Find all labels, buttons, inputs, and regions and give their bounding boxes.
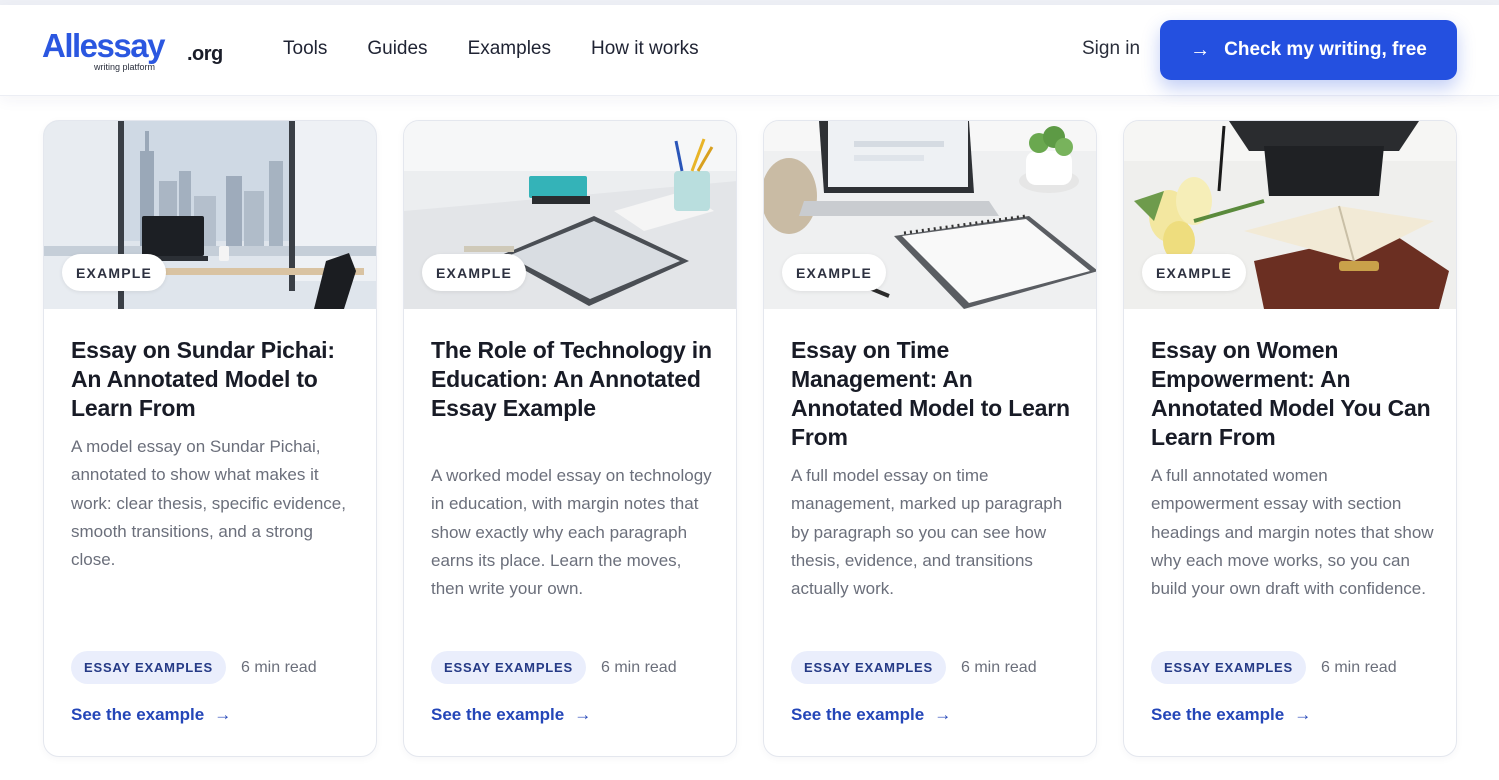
link-label: See the example bbox=[431, 705, 565, 724]
logo-wordmark: Allessay bbox=[42, 27, 165, 64]
arrow-right-icon: → bbox=[1294, 705, 1312, 724]
see-example-link[interactable]: See the example → bbox=[71, 705, 231, 725]
logo-tld: .org bbox=[187, 43, 223, 65]
article-title[interactable]: Essay on Sundar Pichai: An Annotated Mod… bbox=[71, 336, 356, 423]
site-logo[interactable]: Allessay .org writing platform bbox=[42, 27, 227, 77]
article-card[interactable]: EXAMPLE The Role of Technology in Educat… bbox=[403, 120, 737, 757]
category-tag[interactable]: ESSAY EXAMPLES bbox=[1151, 651, 1306, 684]
article-card[interactable]: EXAMPLE Essay on Women Empowerment: An A… bbox=[1123, 120, 1457, 757]
article-description: A full annotated women empowerment essay… bbox=[1151, 466, 1434, 599]
article-thumbnail-desk-tablet: EXAMPLE bbox=[404, 121, 736, 309]
sign-in-link[interactable]: Sign in bbox=[1082, 38, 1140, 60]
category-tag[interactable]: ESSAY EXAMPLES bbox=[71, 651, 226, 684]
article-card[interactable]: EXAMPLE Essay on Time Management: An Ann… bbox=[763, 120, 1097, 757]
article-card[interactable]: EXAMPLE Essay on Sundar Pichai: An Annot… bbox=[43, 120, 377, 757]
nav-how-it-works[interactable]: How it works bbox=[591, 38, 699, 60]
arrow-right-icon: → bbox=[934, 705, 952, 724]
link-label: See the example bbox=[71, 705, 205, 724]
read-time: 6 min read bbox=[961, 659, 1037, 676]
article-description: A worked model essay on technology in ed… bbox=[431, 466, 712, 599]
article-title[interactable]: Essay on Time Management: An Annotated M… bbox=[791, 336, 1076, 452]
example-badge: EXAMPLE bbox=[1142, 254, 1247, 291]
article-thumbnail-graduation-cap-book: EXAMPLE bbox=[1124, 121, 1456, 309]
example-badge: EXAMPLE bbox=[62, 254, 167, 291]
arrow-right-icon: → bbox=[574, 705, 592, 724]
see-example-link[interactable]: See the example → bbox=[431, 705, 591, 725]
logo-tagline: writing platform bbox=[94, 62, 156, 72]
article-title[interactable]: Essay on Women Empowerment: An Annotated… bbox=[1151, 336, 1436, 452]
link-label: See the example bbox=[791, 705, 925, 724]
nav-examples[interactable]: Examples bbox=[468, 38, 551, 60]
category-tag[interactable]: ESSAY EXAMPLES bbox=[431, 651, 586, 684]
read-time: 6 min read bbox=[1321, 659, 1397, 676]
see-example-link[interactable]: See the example → bbox=[791, 705, 951, 725]
cta-label: Check my writing, free bbox=[1224, 39, 1427, 60]
article-title[interactable]: The Role of Technology in Education: An … bbox=[431, 336, 716, 423]
article-thumbnail-laptop-notebook: EXAMPLE bbox=[764, 121, 1096, 309]
link-label: See the example bbox=[1151, 705, 1285, 724]
main-nav: Tools Guides Examples How it works bbox=[283, 38, 739, 60]
category-tag[interactable]: ESSAY EXAMPLES bbox=[791, 651, 946, 684]
site-header: Allessay .org writing platform Tools Gui… bbox=[0, 5, 1499, 96]
read-time: 6 min read bbox=[241, 659, 317, 676]
read-time: 6 min read bbox=[601, 659, 677, 676]
article-description: A full model essay on time management, m… bbox=[791, 466, 1063, 599]
article-thumbnail-office-skyline: EXAMPLE bbox=[44, 121, 376, 309]
nav-guides[interactable]: Guides bbox=[367, 38, 427, 60]
arrow-right-icon: → bbox=[214, 705, 232, 724]
article-description: A model essay on Sundar Pichai, annotate… bbox=[71, 437, 346, 570]
example-badge: EXAMPLE bbox=[422, 254, 527, 291]
example-badge: EXAMPLE bbox=[782, 254, 887, 291]
see-example-link[interactable]: See the example → bbox=[1151, 705, 1311, 725]
check-writing-button[interactable]: → Check my writing, free bbox=[1160, 20, 1457, 80]
arrow-right-icon: → bbox=[1190, 38, 1211, 61]
nav-tools[interactable]: Tools bbox=[283, 38, 327, 60]
